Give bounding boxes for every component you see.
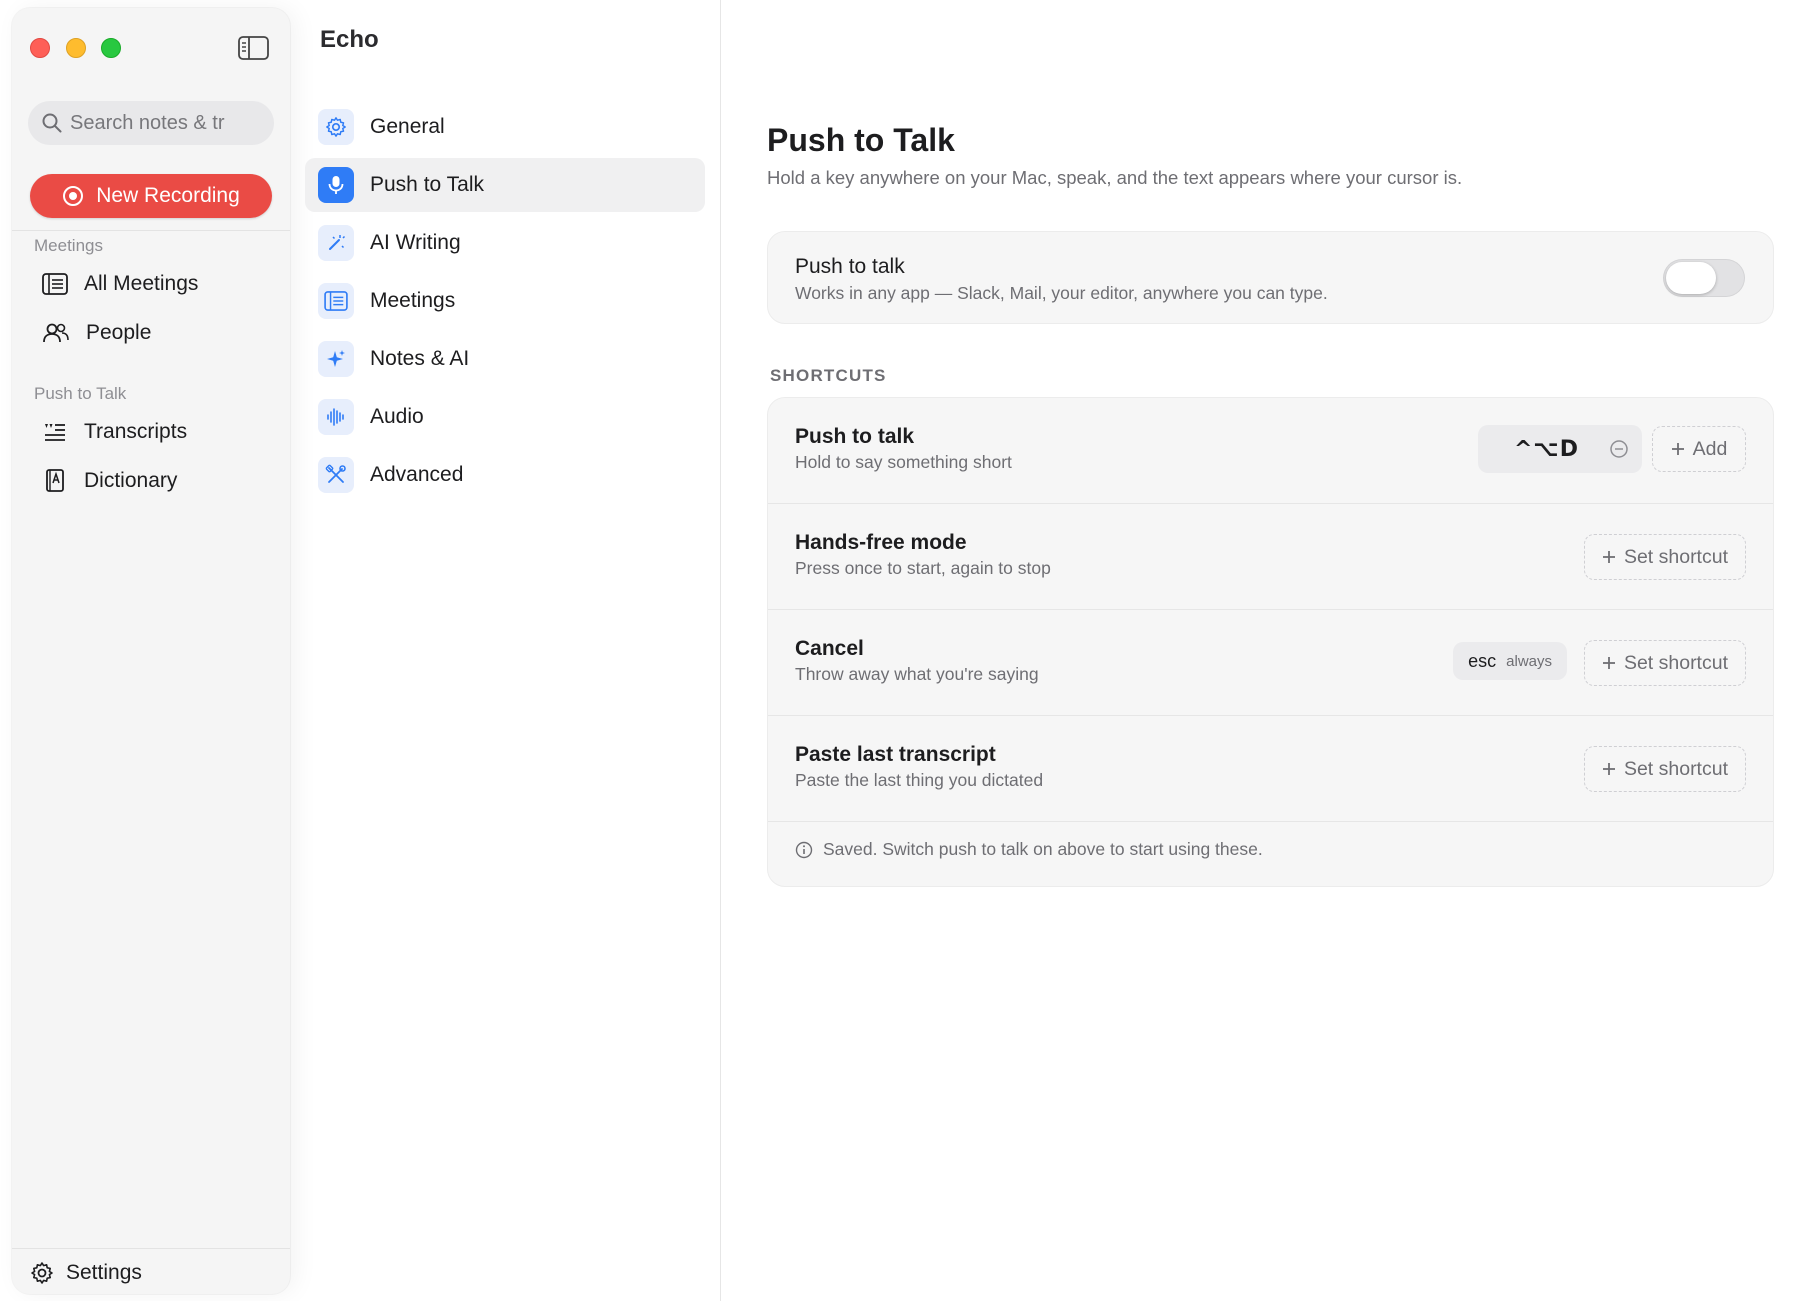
shortcut-title: Paste last transcript	[795, 743, 996, 766]
magic-wand-icon	[318, 225, 354, 261]
sidebar-item-all-meetings[interactable]: All Meetings	[42, 266, 272, 302]
shortcut-description: Paste the last thing you dictated	[795, 770, 1044, 790]
switch-knob	[1666, 262, 1716, 294]
gear-icon	[31, 1262, 53, 1284]
set-shortcut-button[interactable]: Set shortcut	[1583, 640, 1746, 686]
shortcut-key-chip[interactable]: ^⌥D	[1478, 425, 1642, 473]
shortcut-row-push-to-talk: Push to talk Hold to say something short…	[768, 398, 1773, 504]
search-field[interactable]	[28, 101, 274, 145]
toggle-title: Push to talk	[795, 255, 905, 278]
sidebar-item-label: People	[86, 321, 152, 344]
sidebar-item-label: Dictionary	[84, 469, 178, 492]
saved-note: Saved. Switch push to talk on above to s…	[795, 839, 1263, 860]
column-divider	[720, 0, 721, 1301]
sidebar-item-people[interactable]: People	[42, 315, 272, 351]
shortcut-row-cancel: Cancel Throw away what you're saying esc…	[768, 610, 1773, 716]
sidebar-bottom-divider	[12, 1248, 290, 1249]
shortcuts-section-label: SHORTCUTS	[770, 366, 887, 385]
search-icon	[42, 113, 62, 133]
shortcuts-card: Push to talk Hold to say something short…	[767, 397, 1774, 887]
shortcut-description: Press once to start, again to stop	[795, 558, 1051, 578]
shortcut-row-hands-free: Hands-free mode Press once to start, aga…	[768, 504, 1773, 610]
fixed-key-chip: esc always	[1453, 642, 1567, 680]
shortcut-description: Hold to say something short	[795, 452, 1012, 472]
plus-icon	[1671, 443, 1684, 455]
nav-item-label: Push to Talk	[370, 173, 485, 196]
new-recording-button[interactable]: New Recording	[30, 174, 272, 218]
transcripts-icon	[45, 424, 65, 441]
nav-item-label: AI Writing	[370, 231, 461, 254]
app-title: Echo	[320, 26, 379, 53]
always-note: always	[1506, 652, 1552, 670]
nav-item-audio[interactable]: Audio	[305, 390, 705, 444]
esc-key: esc	[1468, 650, 1497, 671]
search-input[interactable]	[70, 111, 250, 135]
settings-label: Settings	[66, 1261, 142, 1284]
shortcut-key-combo: ^⌥D	[1514, 436, 1580, 462]
nav-item-label: Audio	[370, 405, 424, 428]
sidebar: New Recording Meetings All Meetings Peop…	[12, 8, 290, 1294]
sidebar-item-transcripts[interactable]: Transcripts	[42, 414, 272, 450]
nav-item-label: General	[370, 115, 445, 138]
set-shortcut-button[interactable]: Set shortcut	[1583, 534, 1746, 580]
set-shortcut-button[interactable]: Set shortcut	[1583, 746, 1746, 792]
microphone-icon	[318, 167, 354, 203]
nav-item-ai-writing[interactable]: AI Writing	[305, 216, 705, 270]
nav-item-advanced[interactable]: Advanced	[305, 448, 705, 502]
nav-item-label: Advanced	[370, 463, 464, 486]
toggle-description: Works in any app — Slack, Mail, your edi…	[795, 283, 1328, 303]
page-subtitle: Hold a key anywhere on your Mac, speak, …	[767, 167, 1463, 188]
nav-item-meetings[interactable]: Meetings	[305, 274, 705, 328]
sidebar-item-label: Transcripts	[84, 420, 188, 443]
minimize-window-button[interactable]	[66, 38, 86, 58]
section-label-push-to-talk: Push to Talk	[34, 384, 127, 403]
shortcut-row-paste-last: Paste last transcript Paste the last thi…	[768, 716, 1773, 822]
section-label-meetings: Meetings	[34, 236, 103, 255]
shortcut-title: Cancel	[795, 637, 864, 660]
plus-icon	[1602, 763, 1615, 775]
page-title: Push to Talk	[767, 122, 955, 158]
gear-icon	[318, 109, 354, 145]
nav-item-notes-ai[interactable]: Notes & AI	[305, 332, 705, 386]
zoom-window-button[interactable]	[101, 38, 121, 58]
add-shortcut-button[interactable]: Add	[1652, 426, 1746, 472]
set-shortcut-label: Set shortcut	[1623, 757, 1728, 780]
people-icon	[43, 323, 69, 343]
remove-circle-icon[interactable]	[1609, 439, 1629, 459]
new-recording-label: New Recording	[96, 184, 240, 207]
set-shortcut-label: Set shortcut	[1623, 651, 1728, 674]
close-window-button[interactable]	[30, 38, 50, 58]
info-icon	[795, 841, 813, 858]
add-label: Add	[1692, 437, 1728, 460]
nav-item-label: Meetings	[370, 289, 456, 312]
nav-item-general[interactable]: General	[305, 100, 705, 154]
sparkle-icon	[318, 341, 354, 377]
sidebar-item-label: All Meetings	[84, 272, 199, 295]
sidebar-toggle-icon[interactable]	[238, 36, 269, 60]
plus-icon	[1602, 551, 1615, 563]
shortcut-title: Hands-free mode	[795, 531, 967, 554]
list-icon	[42, 273, 68, 295]
nav-item-push-to-talk[interactable]: Push to Talk	[305, 158, 705, 212]
push-to-talk-switch[interactable]	[1663, 259, 1745, 297]
shortcut-title: Push to talk	[795, 425, 915, 448]
sidebar-item-settings[interactable]: Settings	[30, 1261, 142, 1285]
plus-icon	[1602, 657, 1615, 669]
waveform-icon	[318, 399, 354, 435]
dictionary-icon	[46, 469, 64, 492]
shortcut-description: Throw away what you're saying	[795, 664, 1039, 684]
saved-note-text: Saved. Switch push to talk on above to s…	[823, 839, 1263, 859]
push-to-talk-toggle-card: Push to talk Works in any app — Slack, M…	[767, 231, 1774, 324]
record-icon	[63, 186, 84, 206]
sidebar-divider	[12, 230, 290, 231]
tools-icon	[318, 457, 354, 493]
nav-item-label: Notes & AI	[370, 347, 470, 370]
list-icon	[318, 283, 354, 319]
sidebar-item-dictionary[interactable]: Dictionary	[42, 463, 272, 499]
set-shortcut-label: Set shortcut	[1623, 545, 1728, 568]
